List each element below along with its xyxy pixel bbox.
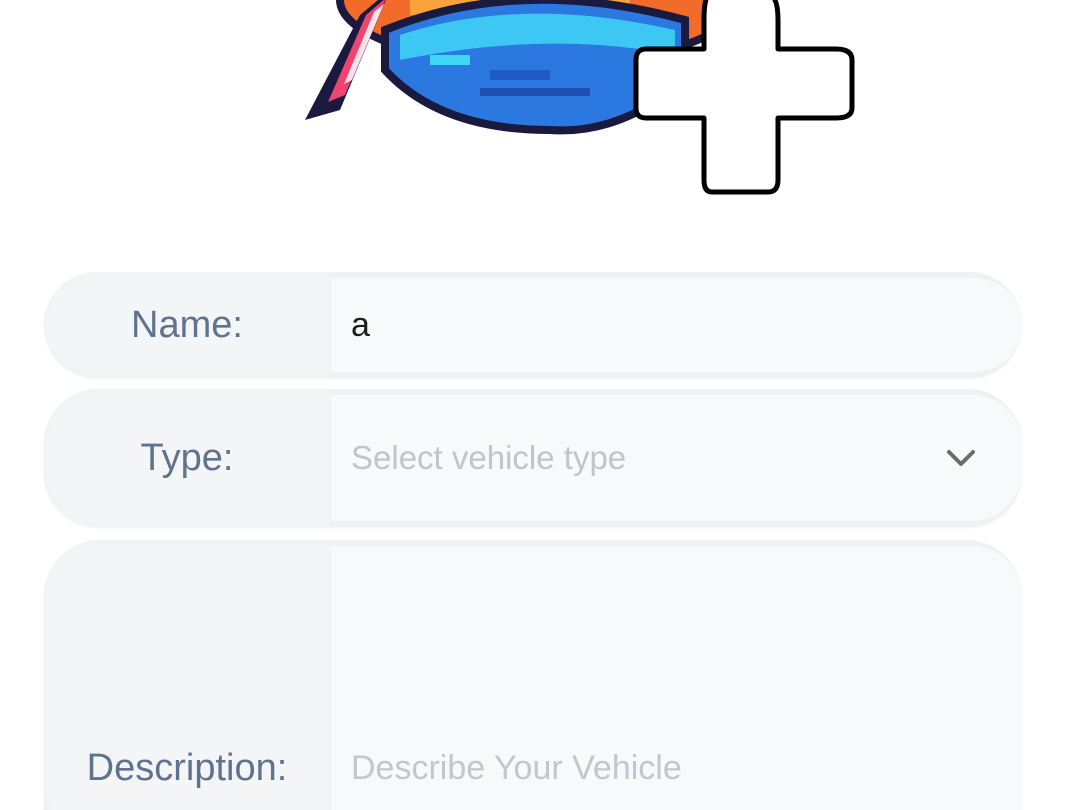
vehicle-logo-image <box>305 0 855 195</box>
description-field-cell <box>331 546 1022 810</box>
type-row: Type: Select vehicle type <box>44 389 1022 527</box>
type-select-placeholder: Select vehicle type <box>351 439 627 476</box>
type-select[interactable]: Select vehicle type <box>331 395 1022 521</box>
add-vehicle-screen: Name: Type: Select vehicle type Descript… <box>0 0 1080 810</box>
type-label-cell: Type: <box>44 389 330 527</box>
type-label: Type: <box>140 436 234 479</box>
name-label-cell: Name: <box>44 272 330 378</box>
description-label: Description: <box>86 747 288 789</box>
vehicle-photo-picker[interactable] <box>290 0 870 200</box>
name-row: Name: <box>44 272 1022 378</box>
description-row: Description: <box>44 540 1022 810</box>
chevron-down-icon[interactable] <box>944 441 978 475</box>
name-field-cell <box>331 278 1022 372</box>
description-label-cell: Description: <box>44 540 330 810</box>
name-input[interactable] <box>351 305 991 345</box>
description-input[interactable] <box>351 749 991 788</box>
name-label: Name: <box>131 303 243 346</box>
